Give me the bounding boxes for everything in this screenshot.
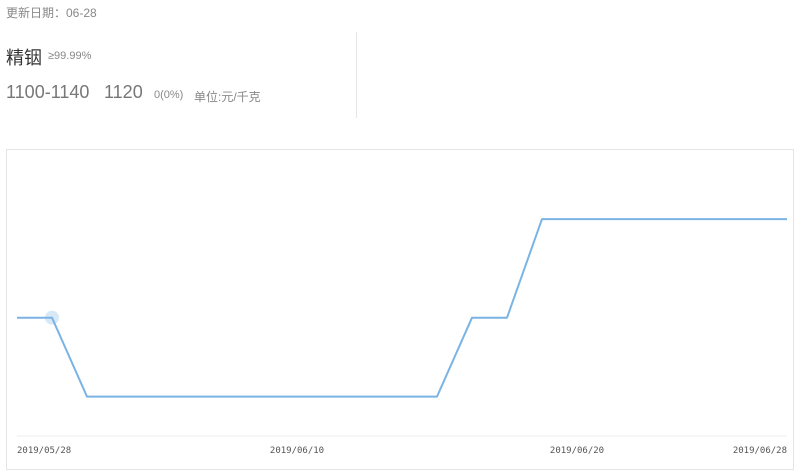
- x-tick-label: 2019/06/28: [733, 446, 787, 456]
- average-price: 1120: [104, 82, 143, 102]
- price-change: 0(0%): [154, 89, 184, 101]
- price-series-line: [17, 218, 787, 398]
- highlight-point[interactable]: [45, 310, 59, 325]
- x-tick-label: 2019/06/10: [270, 446, 324, 456]
- update-date: 更新日期：06-28: [6, 6, 97, 20]
- unit-label: 单位:元/千克: [194, 90, 261, 104]
- x-tick-label: 2019/06/20: [550, 446, 604, 456]
- price-range: 1100-1140: [6, 82, 90, 102]
- price-chart: 2019/05/28 2019/06/10 2019/06/20 2019/06/28: [6, 149, 794, 470]
- price-chart-svg: 2019/05/28 2019/06/10 2019/06/20 2019/06/28: [17, 218, 787, 456]
- header-divider: [356, 32, 357, 118]
- purity-label: ≥99.99%: [48, 50, 92, 62]
- x-tick-label: 2019/05/28: [17, 446, 71, 456]
- product-name: 精铟: [6, 48, 42, 68]
